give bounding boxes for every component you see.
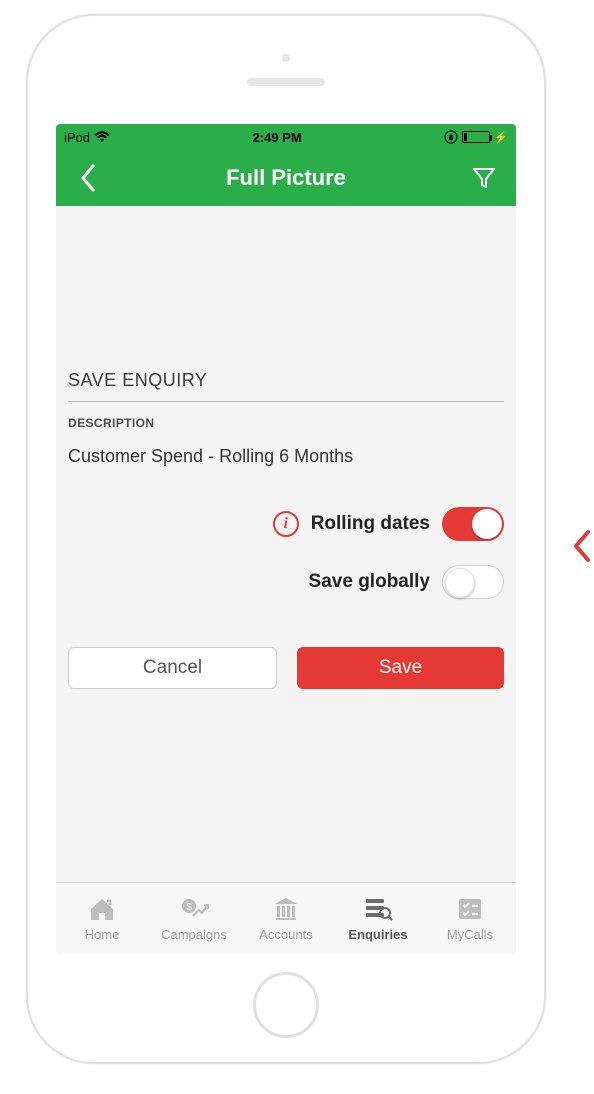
battery-icon <box>462 131 490 143</box>
enquiries-icon <box>363 896 393 925</box>
tab-label: Campaigns <box>161 927 227 942</box>
campaigns-icon: $ <box>179 896 209 925</box>
charging-icon: ⚡ <box>494 131 508 144</box>
save-enquiry-panel: SAVE ENQUIRY DESCRIPTION Customer Spend … <box>68 370 504 689</box>
rolling-dates-row: i Rolling dates <box>68 507 504 541</box>
status-bar: iPod 2:49 PM ⚡ <box>56 124 516 150</box>
tab-mycalls[interactable]: MyCalls <box>424 883 516 954</box>
tab-enquiries[interactable]: Enquiries <box>332 883 424 954</box>
info-icon[interactable]: i <box>273 511 299 537</box>
description-field[interactable]: Customer Spend - Rolling 6 Months <box>68 446 504 467</box>
save-globally-toggle[interactable] <box>442 565 504 599</box>
speaker-grille <box>247 78 325 86</box>
tab-label: Enquiries <box>348 927 407 942</box>
tab-label: Accounts <box>259 927 312 942</box>
tab-label: MyCalls <box>447 927 493 942</box>
description-label: DESCRIPTION <box>68 416 504 430</box>
nav-header: Full Picture <box>56 150 516 206</box>
screen: iPod 2:49 PM ⚡ Full Picture <box>56 124 516 954</box>
tab-label: Home <box>85 927 120 942</box>
page-title: Full Picture <box>226 165 346 191</box>
device-label: iPod <box>64 130 90 145</box>
mycalls-icon <box>455 896 485 925</box>
tab-home[interactable]: Home <box>56 883 148 954</box>
external-chevron-left-icon[interactable] <box>570 528 592 569</box>
wifi-icon <box>94 131 110 143</box>
accounts-icon <box>271 896 301 925</box>
content-area: SAVE ENQUIRY DESCRIPTION Customer Spend … <box>56 206 516 882</box>
button-row: Cancel Save <box>68 647 504 689</box>
save-globally-label: Save globally <box>309 571 430 593</box>
rolling-dates-toggle[interactable] <box>442 507 504 541</box>
filter-button[interactable] <box>470 164 498 192</box>
tab-bar: Home $ Campaigns Accounts Enquiries <box>56 882 516 954</box>
save-globally-row: Save globally <box>68 565 504 599</box>
clock: 2:49 PM <box>253 130 302 145</box>
rolling-dates-label: Rolling dates <box>311 513 430 535</box>
phone-frame: iPod 2:49 PM ⚡ Full Picture <box>26 14 546 1064</box>
camera-dot <box>282 54 290 62</box>
home-button[interactable] <box>253 972 319 1038</box>
save-button[interactable]: Save <box>297 647 504 689</box>
tab-accounts[interactable]: Accounts <box>240 883 332 954</box>
back-button[interactable] <box>74 164 102 192</box>
panel-heading: SAVE ENQUIRY <box>68 370 504 402</box>
cancel-button[interactable]: Cancel <box>68 647 277 689</box>
tab-campaigns[interactable]: $ Campaigns <box>148 883 240 954</box>
svg-text:$: $ <box>186 902 192 913</box>
orientation-lock-icon <box>444 130 458 144</box>
home-icon <box>87 896 117 925</box>
